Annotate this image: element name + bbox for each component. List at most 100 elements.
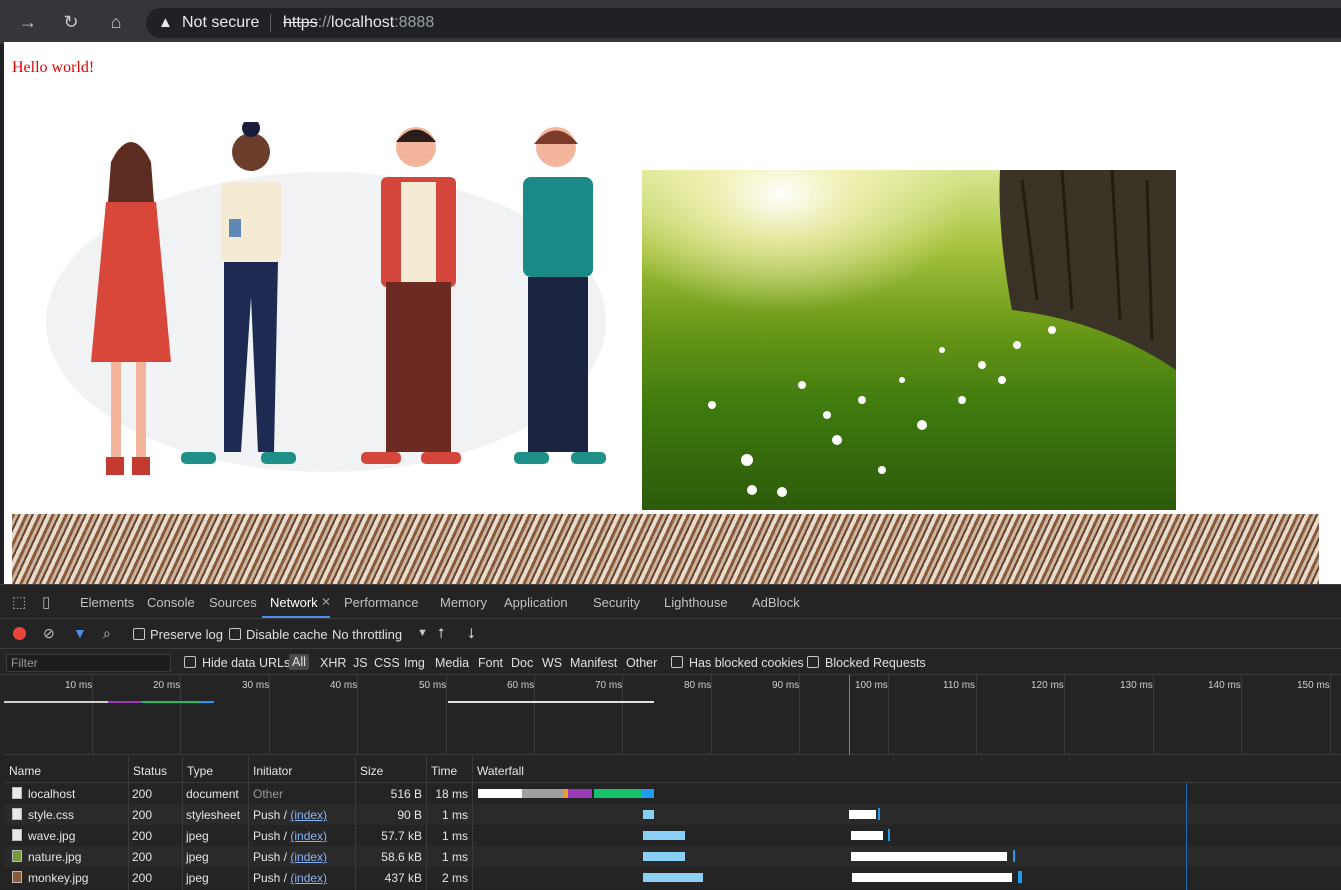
close-tab-icon[interactable]: ✕ <box>321 595 331 609</box>
waterfall-bar <box>522 789 564 798</box>
initiator-link[interactable]: (index) <box>290 850 327 864</box>
image-file-icon <box>12 871 22 883</box>
overview-bar <box>108 701 142 703</box>
column-waterfall[interactable]: Waterfall <box>477 764 524 778</box>
row-status: 200 <box>132 871 153 885</box>
url-port: :8888 <box>394 14 435 31</box>
initiator-link[interactable]: (index) <box>290 829 327 843</box>
load-event-line <box>1186 783 1187 890</box>
filter-funnel-icon[interactable]: ▼ <box>73 625 87 641</box>
url-text[interactable]: https://localhost:8888 <box>283 14 434 32</box>
type-filter-css[interactable]: CSS <box>374 656 400 670</box>
device-toolbar-icon[interactable]: ▯ <box>42 593 50 611</box>
type-filter-media[interactable]: Media <box>435 656 469 670</box>
type-filter-doc[interactable]: Doc <box>511 656 533 670</box>
row-status: 200 <box>132 787 153 801</box>
grid-line <box>1064 675 1065 755</box>
active-tab-indicator <box>262 616 330 618</box>
column-size[interactable]: Size <box>360 764 383 778</box>
row-size: 516 B <box>390 787 422 801</box>
browser-toolbar: → ↻ ⌂ ▲ Not secure https://localhost:888… <box>0 0 1341 44</box>
type-filter-font[interactable]: Font <box>478 656 503 670</box>
column-divider <box>182 756 183 890</box>
tab-console[interactable]: Console <box>147 595 195 610</box>
hide-data-urls-checkbox[interactable] <box>184 656 196 668</box>
tab-sources[interactable]: Sources <box>209 595 257 610</box>
waterfall-bar <box>568 789 592 798</box>
hello-text: Hello world! <box>12 59 95 76</box>
initiator-text: Push / <box>253 871 291 885</box>
type-filter-xhr[interactable]: XHR <box>320 656 346 670</box>
table-row[interactable]: nature.jpg 200 jpeg Push / (index) 58.6 … <box>4 846 1341 867</box>
row-initiator: Other <box>253 787 284 801</box>
disable-cache-checkbox[interactable] <box>229 628 241 640</box>
tab-adblock[interactable]: AdBlock <box>752 595 800 610</box>
table-row[interactable]: style.css 200 stylesheet Push / (index) … <box>4 804 1341 825</box>
search-icon[interactable]: ⌕ <box>103 625 111 642</box>
column-initiator[interactable]: Initiator <box>253 764 292 778</box>
reload-icon[interactable]: ↻ <box>58 9 84 35</box>
timeline-tick: 20 ms <box>153 680 181 691</box>
row-type: jpeg <box>186 829 209 843</box>
column-type[interactable]: Type <box>187 764 213 778</box>
type-filter-img[interactable]: Img <box>404 656 425 670</box>
type-filter-all[interactable]: All <box>289 654 309 670</box>
blocked-requests-checkbox[interactable] <box>807 656 819 668</box>
row-name: localhost <box>28 787 76 801</box>
row-name: monkey.jpg <box>28 871 89 885</box>
row-name: nature.jpg <box>28 850 82 864</box>
row-type: document <box>186 787 239 801</box>
tab-performance[interactable]: Performance <box>344 595 418 610</box>
image-file-icon <box>12 850 22 862</box>
column-time[interactable]: Time <box>431 764 457 778</box>
has-blocked-cookies-label: Has blocked cookies <box>689 656 804 670</box>
document-file-icon <box>12 787 22 799</box>
initiator-text: Push / <box>253 808 291 822</box>
initiator-link[interactable]: (index) <box>290 871 327 885</box>
has-blocked-cookies-checkbox[interactable] <box>671 656 683 668</box>
tab-application[interactable]: Application <box>504 595 568 610</box>
url-separator: :// <box>317 14 332 31</box>
tab-lighthouse[interactable]: Lighthouse <box>664 595 728 610</box>
tab-network[interactable]: Network <box>270 595 318 610</box>
row-type: jpeg <box>186 850 209 864</box>
chevron-down-icon[interactable]: ▼ <box>417 627 428 639</box>
type-filter-ws[interactable]: WS <box>542 656 562 670</box>
waterfall-bar <box>849 810 876 819</box>
export-har-icon[interactable]: ⭣ <box>468 625 475 642</box>
type-filter-other[interactable]: Other <box>626 656 657 670</box>
table-row[interactable]: monkey.jpg 200 jpeg Push / (index) 437 k… <box>4 867 1341 888</box>
initiator-link[interactable]: (index) <box>290 808 327 822</box>
table-row[interactable]: localhost 200 document Other 516 B 18 ms <box>4 783 1341 804</box>
type-filter-js[interactable]: JS <box>353 656 368 670</box>
import-har-icon[interactable]: ⭡ <box>438 625 445 642</box>
tab-elements[interactable]: Elements <box>80 595 134 610</box>
clear-icon[interactable]: ⊘ <box>43 625 55 642</box>
timeline-tick: 30 ms <box>242 680 270 691</box>
waterfall-bar <box>1018 871 1022 883</box>
inspect-element-icon[interactable]: ⬚ <box>12 593 26 611</box>
network-overview-timeline[interactable]: 10 ms 20 ms 30 ms 40 ms 50 ms 60 ms 70 m… <box>4 675 1341 755</box>
forward-arrow-icon[interactable]: → <box>15 9 41 35</box>
tab-security[interactable]: Security <box>593 595 640 610</box>
tab-memory[interactable]: Memory <box>440 595 487 610</box>
type-filter-manifest[interactable]: Manifest <box>570 656 617 670</box>
nature-photo <box>642 170 1176 510</box>
waterfall-bar <box>851 852 1007 861</box>
column-status[interactable]: Status <box>133 764 167 778</box>
home-icon[interactable]: ⌂ <box>103 9 129 35</box>
column-name[interactable]: Name <box>9 764 41 778</box>
preserve-log-checkbox[interactable] <box>133 628 145 640</box>
timeline-tick: 80 ms <box>684 680 712 691</box>
waterfall-bar <box>642 789 654 798</box>
row-time: 1 ms <box>441 829 468 843</box>
grid-line <box>1241 675 1242 755</box>
overview-bar <box>4 701 108 703</box>
throttling-select[interactable]: No throttling <box>332 627 402 642</box>
column-divider <box>248 756 249 890</box>
filter-input[interactable]: Filter <box>6 654 171 672</box>
table-row[interactable]: wave.jpg 200 jpeg Push / (index) 57.7 kB… <box>4 825 1341 846</box>
timeline-tick: 120 ms <box>1031 680 1064 691</box>
address-bar[interactable]: ▲ Not secure https://localhost:8888 <box>146 8 1341 38</box>
record-icon[interactable] <box>13 627 26 640</box>
